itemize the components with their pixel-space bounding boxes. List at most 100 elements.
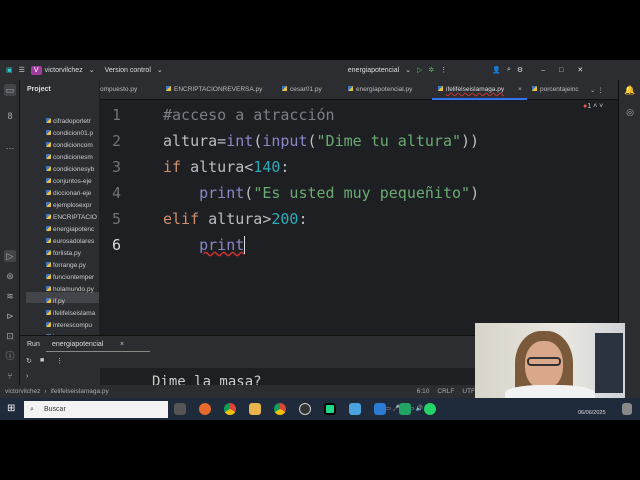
word-icon[interactable] [374,403,386,415]
run-tab-energiapotencial[interactable]: energiapotencial [52,341,103,348]
project-file-item[interactable]: diccionari-eje [46,190,91,197]
file-explorer-icon[interactable] [249,403,261,415]
tab-ompuesto[interactable]: ompuesto.py [100,86,137,93]
code-line: if altura<140: [163,158,290,176]
chrome-icon[interactable] [224,403,236,415]
main-menu-icon[interactable]: ☰ [19,66,25,74]
notification-center-icon[interactable] [622,403,632,415]
project-file-item[interactable]: funciontemper [46,274,94,281]
tab-cesar01[interactable]: cesar01.py [282,86,322,93]
task-view-icon[interactable] [174,403,186,415]
tab-porcentajeinc[interactable]: porcentajeinc [532,86,579,93]
project-file-item[interactable]: holamundo.py [46,286,94,293]
line-number: 4 [112,184,122,202]
minimize-icon[interactable]: – [541,67,545,74]
remote-desktop-icon[interactable] [349,403,361,415]
run-tab-indicator [46,351,150,352]
project-selector[interactable]: victorvilchez [45,67,83,74]
firefox-icon[interactable] [199,403,211,415]
rerun-icon[interactable]: ↻ [26,357,32,365]
console-output: Dime la masa? [152,374,262,385]
editor-tabs: ompuesto.py ENCRIPTACIONREVERSA.py cesar… [100,80,618,100]
run-more-icon[interactable]: ⋮ [56,357,63,365]
project-panel-title[interactable]: Project [27,86,51,93]
run-tool-icon[interactable]: ▷ [4,250,16,262]
run-icon[interactable]: ▷ [417,66,422,74]
terminal-icon[interactable]: ⊡ [4,330,16,342]
line-number: 5 [112,210,122,228]
python-console-icon[interactable]: ⊛ [4,270,16,282]
tab-close-icon[interactable]: × [518,86,522,93]
tab-energiapotencial[interactable]: energiapotencial.py [348,86,412,93]
project-file-item[interactable]: ENCRIPTACIO [46,214,97,221]
project-file-item[interactable]: forrange.py [46,262,86,269]
run-tab-close-icon[interactable]: × [120,341,124,348]
status-file[interactable]: ifelifelseislamaga.py [51,388,109,395]
user-icon[interactable]: 👤 [492,66,501,74]
cursor-position[interactable]: 6:10 [417,388,430,395]
error-indicator[interactable]: ●1 ˄ ˅ [583,103,603,110]
background-monitor [595,333,623,393]
debug-icon[interactable]: ✲ [428,66,434,74]
code-line: print [199,236,246,254]
code-line: elif altura>200: [163,210,308,228]
project-file-item[interactable]: eurosadolares [46,238,94,245]
project-file-item[interactable]: condicionesyb [46,166,94,173]
code-editor[interactable]: ●1 ˄ ˅ 1 2 3 4 5 6 #acceso a atracción a… [100,100,618,335]
structure-icon[interactable]: 8 [4,110,16,122]
expand-icon[interactable]: › [26,373,28,380]
packages-icon[interactable]: ≋ [4,290,16,302]
person-glasses [527,357,561,366]
notifications-icon[interactable]: 🔔 [624,84,636,96]
stop-icon[interactable]: ■ [40,357,44,364]
project-file-item[interactable]: ejemplosexpr [46,202,92,209]
line-ending[interactable]: CRLF [437,388,454,395]
problems-icon[interactable]: ⓘ [4,350,16,362]
app-logo-icon: ▣ [6,67,13,74]
project-file-item[interactable]: energiapotenc [46,226,94,233]
project-file-item[interactable]: condicion01.p [46,130,93,137]
status-project[interactable]: victorvilchez [5,388,40,395]
project-file-item[interactable]: conjuntos-eje [46,178,92,185]
git-icon[interactable]: ⑂ [4,370,16,382]
person-shirt [505,385,595,398]
close-icon[interactable]: ✕ [577,66,583,74]
project-file-item[interactable]: condicioncom [46,142,93,149]
pycharm-taskbar-icon[interactable] [324,403,336,415]
more-icon[interactable]: ⋮ [440,66,447,74]
webcam-overlay [475,323,625,398]
search-placeholder: Buscar [44,406,66,413]
project-file-item[interactable]: cifradoporletr [46,118,91,125]
tabs-dropdown-icon[interactable]: ⌄ ⋮ [590,86,604,94]
vcs-selector[interactable]: Version control [105,67,151,74]
settings-icon[interactable]: ⚙ [517,66,523,74]
search-icon[interactable]: ⌕ [507,66,511,74]
line-number: 1 [112,106,122,124]
whatsapp-icon[interactable] [424,403,436,415]
project-panel: Project cifradoporletr condicion01.p condi… [20,80,99,335]
title-bar: ▣ ☰ V victorvilchez ⌄ Version control ⌄ en… [0,60,640,80]
project-file-item[interactable]: ifelifelseislama [46,310,95,317]
ai-assistant-icon[interactable]: ◎ [624,106,636,118]
tab-ifelifelseislamaga[interactable]: ifelifelseislamaga.py [438,86,504,93]
left-toolbar: ▭ 8 … ▷ ⊛ ≋ ⊳ ⊡ ⓘ ⑂ [0,80,20,385]
line-number: 3 [112,158,122,176]
project-file-item[interactable]: forlista.py [46,250,81,257]
code-line: print("Es usted muy pequeñito") [199,184,480,202]
folder-icon[interactable]: ▭ [4,84,16,96]
services-icon[interactable]: ⊳ [4,310,16,322]
windows-start-icon[interactable]: ⊞ [7,403,15,414]
project-file-item[interactable]: interescompu [46,322,92,329]
run-config-selector[interactable]: energiapotencial [348,67,399,74]
excel-icon[interactable] [399,403,411,415]
taskbar-date[interactable]: 06/06/2025 [578,410,606,416]
taskbar-search[interactable]: ⌕ Buscar [24,401,168,418]
tab-encriptacionreversa[interactable]: ENCRIPTACIONREVERSA.py [166,86,262,93]
obs-icon[interactable] [299,403,311,415]
project-file-item[interactable]: condicionesm [46,154,93,161]
maximize-icon[interactable]: □ [559,67,563,74]
more-tools-icon[interactable]: … [4,140,16,152]
chrome-profile-icon[interactable] [274,403,286,415]
project-file-item[interactable]: if.py [46,298,65,305]
search-icon: ⌕ [30,406,34,413]
